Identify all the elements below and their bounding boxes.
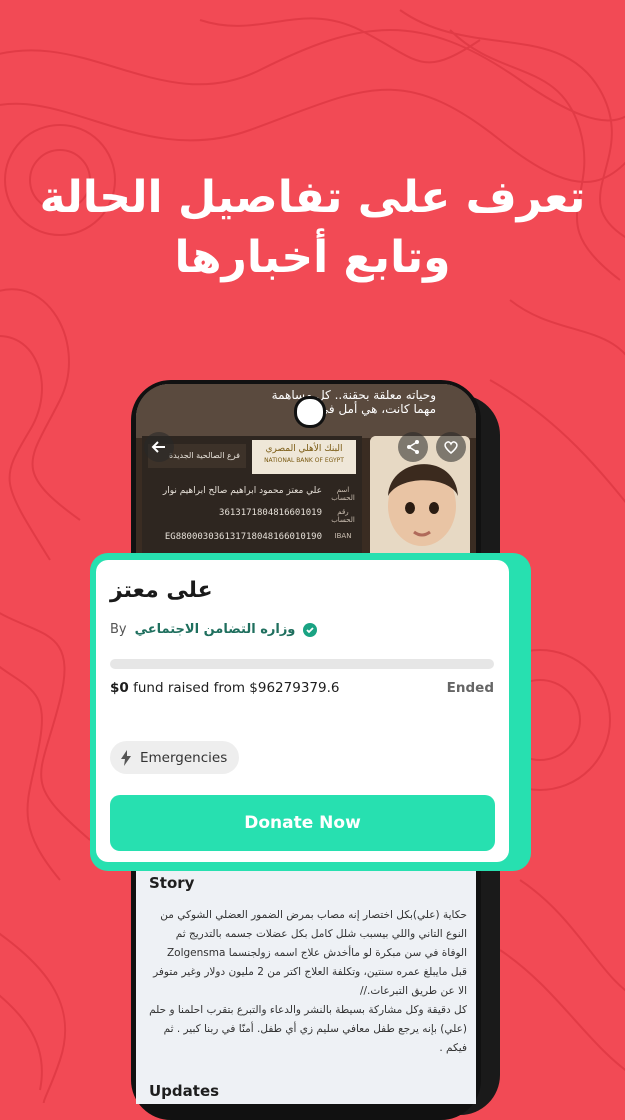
story-text: حكاية (علي)بكل اختصار إنه مصاب بمرض الضم… — [149, 906, 467, 1058]
fund-text: fund raised from $96279379.6 — [128, 680, 340, 696]
campaign-card: على معتز By وزاره التضامن الاجتماعي $0 f… — [96, 560, 509, 862]
hero-caption-line1: وحياته معلقة بحقنة.. كل مساهمة — [271, 388, 436, 402]
bank-row-value: EG880003036131718048166010190 — [164, 532, 322, 542]
promo-headline-line1: تعرف على تفاصيل الحالة — [39, 172, 586, 223]
heart-icon — [444, 441, 458, 454]
promo-headline: تعرف على تفاصيل الحالة وتابع أخبارها — [0, 168, 625, 288]
bank-logo-ar: البنك الأهلي المصري — [265, 444, 343, 454]
donate-now-button[interactable]: Donate Now — [110, 795, 495, 851]
bank-row-label: اسم الحساب — [331, 486, 355, 502]
campaign-status: Ended — [446, 680, 494, 696]
lightning-icon — [121, 749, 131, 766]
bank-row-value: 3613171804816601019 — [219, 508, 322, 518]
bank-row-label: رقم الحساب — [331, 508, 355, 524]
story-paragraph: كل دقيقة وكل مشاركة بسيطة بالنشر والدعاء… — [149, 1004, 467, 1054]
story-section: Story حكاية (علي)بكل اختصار إنه مصاب بمر… — [136, 864, 476, 1104]
category-chip[interactable]: Emergencies — [110, 741, 240, 774]
fund-row: $0 fund raised from $96279379.6 Ended — [110, 680, 494, 696]
camera-cutout — [294, 396, 326, 428]
funding-progress-bar — [110, 659, 494, 669]
back-button[interactable] — [144, 432, 174, 462]
by-label: By — [110, 622, 127, 637]
bank-logo-en: NATIONAL BANK OF EGYPT — [264, 457, 344, 464]
campaign-name: على معتز — [110, 578, 213, 603]
organizer-name[interactable]: وزاره التضامن الاجتماعي — [135, 622, 296, 637]
bank-row-value: علي معتز محمود ابراهيم صالح ابراهيم نوار — [162, 486, 322, 496]
organizer-row: By وزاره التضامن الاجتماعي — [110, 622, 318, 637]
updates-title: Updates — [149, 1082, 220, 1100]
arrow-left-icon — [151, 441, 165, 453]
favorite-button[interactable] — [436, 432, 466, 462]
story-paragraph: حكاية (علي)بكل اختصار إنه مصاب بمرض الضم… — [153, 909, 467, 997]
fund-amount: $0 — [110, 680, 129, 696]
category-label: Emergencies — [140, 749, 228, 766]
share-icon — [407, 440, 419, 454]
bank-row-label: IBAN — [334, 532, 352, 540]
promo-headline-line2: وتابع أخبارها — [174, 232, 451, 283]
verified-icon — [303, 622, 318, 637]
share-button[interactable] — [398, 432, 428, 462]
bank-logo: البنك الأهلي المصري NATIONAL BANK OF EGY… — [252, 440, 356, 474]
story-title: Story — [149, 874, 195, 892]
